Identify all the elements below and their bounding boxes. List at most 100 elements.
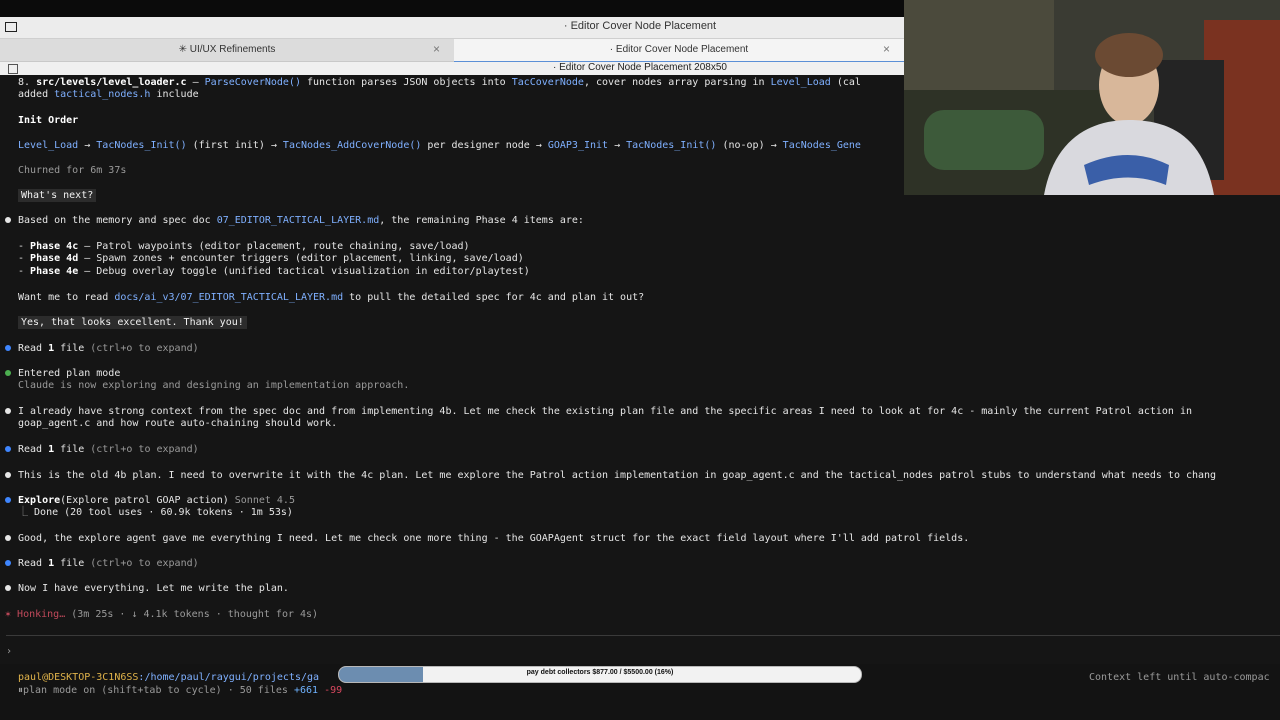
text: file [54, 444, 91, 455]
expand-hint: (ctrl+o to expand) [90, 343, 199, 354]
text: Want me to read [18, 292, 115, 303]
response-line: Now I have everything. Let me write the … [18, 583, 289, 594]
phase-label: Phase 4e [30, 266, 79, 277]
file-path: src/levels/level_loader.c [36, 77, 187, 88]
text: — Debug overlay toggle (unified tactical… [78, 266, 530, 277]
text: → [608, 140, 627, 151]
plan-mode-subtitle: Claude is now exploring and designing an… [18, 380, 410, 391]
input-divider-top [6, 635, 1280, 636]
bullet-icon [5, 345, 11, 351]
code-ref: TacNodes_AddCoverNode() [282, 140, 422, 151]
user-host: paul@DESKTOP-3C1N6SS [18, 672, 139, 683]
code-ref: tactical_nodes.h [54, 89, 151, 100]
code-ref: GOAP3_Init [547, 140, 609, 151]
phase-label: Phase 4c [30, 241, 79, 252]
bullet-icon [5, 370, 11, 376]
list-dash: - [18, 266, 31, 277]
text: (cal [830, 77, 861, 88]
code-ref: TacNodes_Init() [626, 140, 717, 151]
thinking-label: Honking… [17, 609, 66, 620]
prompt-text: What's next? [18, 189, 97, 202]
bullet-icon [5, 535, 11, 541]
text: (no-op) → [716, 140, 783, 151]
text: — [186, 77, 205, 88]
text: plan mode on (shift+tab to cycle) · 50 f… [23, 685, 294, 696]
diff-added: +661 [293, 685, 319, 696]
doc-link[interactable]: 07_EDITOR_TACTICAL_LAYER.md [217, 215, 380, 226]
code-ref: ParseCoverNode() [204, 77, 301, 88]
text: file [54, 558, 91, 569]
tab-label: ✳ UI/UX Refinements [178, 44, 276, 55]
bullet-icon [5, 446, 11, 452]
progress-label: pay debt collectors $877.00 / $5500.00 (… [526, 669, 674, 676]
bullet-icon [5, 408, 11, 414]
bullet-icon [5, 497, 11, 503]
text: → [78, 140, 97, 151]
diff-removed: -99 [324, 685, 343, 696]
explore-done-line: ⎿ Done (20 tool uses · 60.9k tokens · 1m… [18, 506, 293, 519]
text: , cover nodes array parsing in [583, 77, 771, 88]
tab-close-icon[interactable]: × [433, 42, 440, 56]
response-line: Good, the explore agent gave me everythi… [18, 533, 970, 544]
list-dash: - [18, 241, 31, 252]
bullet-icon [5, 217, 11, 223]
text: file [54, 343, 91, 354]
plan-mode-status[interactable]: ⏸plan mode on (shift+tab to cycle) · 50 … [18, 684, 342, 697]
summary-line-8-cont: added tactical_nodes.h include [18, 88, 199, 101]
thinking-spinner-icon: ✶ [5, 609, 18, 620]
read-file-line[interactable]: Read 1 file (ctrl+o to expand) [18, 342, 199, 355]
init-order-heading: Init Order [18, 115, 79, 126]
webcam-image [904, 0, 1280, 195]
question-line: Want me to read docs/ai_v3/07_EDITOR_TAC… [18, 291, 644, 304]
user-prompt: What's next? [18, 189, 97, 202]
churned-status: Churned for 6m 37s [18, 165, 127, 176]
model-name: Sonnet 4.5 [228, 495, 295, 506]
code-ref: Level_Load [770, 77, 831, 88]
tool-name: Explore [18, 495, 61, 506]
text: 8. [18, 77, 37, 88]
path: :/home/paul/raygui/projects/ga [138, 672, 320, 683]
thinking-status: ✶ Honking… (3m 25s · ↓ 4.1k tokens · tho… [5, 608, 318, 621]
code-ref: Level_Load [18, 140, 79, 151]
text: per designer node → [421, 140, 548, 151]
cwd-path: paul@DESKTOP-3C1N6SS:/home/paul/raygui/p… [18, 671, 319, 684]
text: Read [18, 343, 49, 354]
user-prompt: Yes, that looks excellent. Thank you! [18, 316, 247, 329]
text: , the remaining Phase 4 items are: [379, 215, 584, 226]
text: (first init) → [186, 140, 283, 151]
webcam-overlay [904, 0, 1280, 195]
text: Based on the memory and spec doc [18, 215, 217, 226]
prompt-text: Yes, that looks excellent. Thank you! [18, 316, 247, 329]
text: added [18, 89, 55, 100]
read-file-line[interactable]: Read 1 file (ctrl+o to expand) [18, 557, 199, 570]
input-caret-icon[interactable]: › [6, 645, 12, 658]
read-file-line[interactable]: Read 1 file (ctrl+o to expand) [18, 443, 199, 456]
expand-hint: (ctrl+o to expand) [90, 558, 199, 569]
tab-close-icon[interactable]: × [883, 42, 890, 56]
thinking-meta: (3m 25s · ↓ 4.1k tokens · thought for 4s… [65, 609, 319, 620]
bullet-icon [5, 560, 11, 566]
text: (Explore patrol GOAP action) [60, 495, 229, 506]
text: Done (20 tool uses · 60.9k tokens · 1m 5… [34, 507, 293, 518]
response-line: This is the old 4b plan. I need to overw… [18, 470, 1217, 481]
text: — Patrol waypoints (editor placement, ro… [78, 241, 470, 252]
text: to pull the detailed spec for 4c and pla… [343, 292, 645, 303]
bullet-icon [5, 585, 11, 591]
code-ref: TacNodes_Gene [782, 140, 861, 151]
expand-hint: (ctrl+o to expand) [90, 444, 199, 455]
context-left: Context left until auto-compac [1089, 672, 1270, 683]
text: Read [18, 444, 49, 455]
donation-progress-bar: pay debt collectors $877.00 / $5500.00 (… [338, 666, 862, 683]
tab-ui-ux-refinements[interactable]: ✳ UI/UX Refinements × [0, 39, 454, 61]
list-dash: - [18, 253, 31, 264]
response-line: Based on the memory and spec doc 07_EDIT… [18, 214, 584, 227]
doc-link[interactable]: docs/ai_v3/07_EDITOR_TACTICAL_LAYER.md [114, 292, 343, 303]
text: Read [18, 558, 49, 569]
tab-editor-cover-node-placement[interactable]: · Editor Cover Node Placement × [454, 39, 904, 63]
code-ref: TacNodes_Init() [96, 140, 187, 151]
init-order-line: Level_Load → TacNodes_Init() (first init… [18, 139, 861, 152]
phase-4d-item: - Phase 4d — Spawn zones + encounter tri… [18, 252, 524, 265]
tree-branch-icon: ⎿ [18, 507, 35, 518]
phase-4e-item: - Phase 4e — Debug overlay toggle (unifi… [18, 265, 530, 278]
response-line-cont: goap_agent.c and how route auto-chaining… [18, 418, 338, 429]
